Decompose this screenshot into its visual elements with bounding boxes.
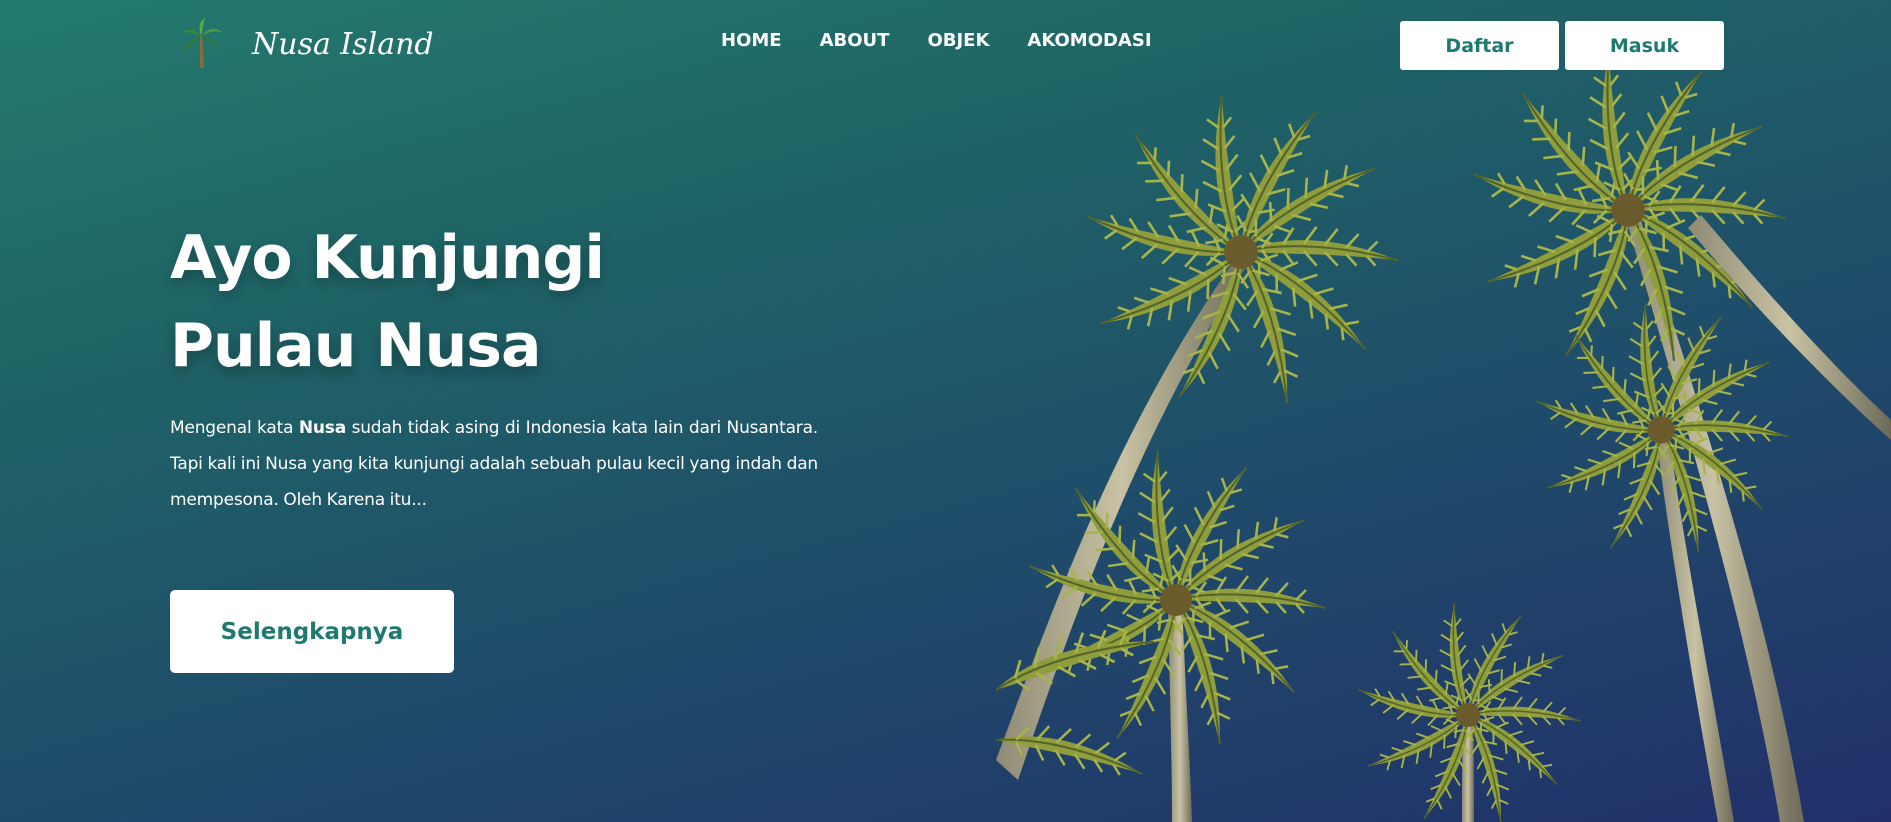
nav-home[interactable]: HOME: [721, 30, 782, 51]
nav-objek[interactable]: OBJEK: [927, 30, 989, 51]
auth-buttons: Daftar Masuk: [1400, 21, 1724, 70]
login-button[interactable]: Masuk: [1565, 21, 1724, 70]
hero-title: Ayo Kunjungi Pulau Nusa: [170, 214, 790, 390]
hero-description-bold: Nusa: [298, 418, 346, 438]
nav-about[interactable]: ABOUT: [820, 30, 890, 51]
main-nav: HOME ABOUT OBJEK AKOMODASI: [721, 30, 1152, 51]
hero-title-line1: Ayo Kunjungi: [170, 223, 605, 293]
register-button[interactable]: Daftar: [1400, 21, 1559, 70]
read-more-button[interactable]: Selengkapnya: [170, 590, 454, 673]
hero-section: Nusa Island HOME ABOUT OBJEK AKOMODASI D…: [0, 0, 1891, 822]
palm-trees-image: [996, 0, 1891, 822]
palm-tree-icon: [181, 18, 224, 68]
brand-logo[interactable]: Nusa Island: [180, 18, 434, 70]
brand-name: Nusa Island: [252, 26, 434, 62]
hero-description: Mengenal kata Nusa sudah tidak asing di …: [170, 410, 818, 518]
hero-description-start: Mengenal kata: [170, 418, 299, 438]
hero-title-line2: Pulau Nusa: [170, 311, 541, 381]
nav-akomodasi[interactable]: AKOMODASI: [1027, 30, 1151, 51]
